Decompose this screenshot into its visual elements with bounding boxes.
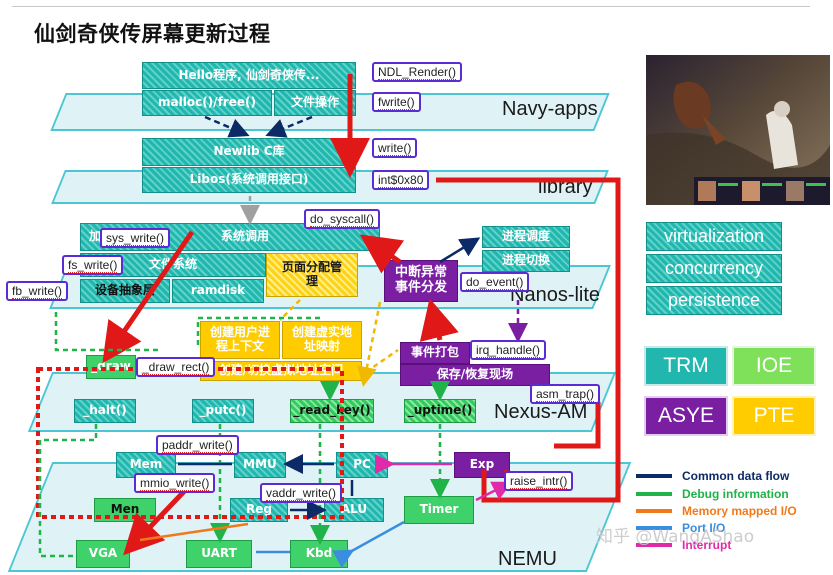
- fn-paddr-write: paddr_write(): [156, 435, 239, 455]
- legend-line-debug: [636, 492, 672, 496]
- module-pte: PTE: [732, 396, 816, 436]
- concept-persistence: persistence: [646, 286, 782, 315]
- fn-ndl-render: NDL_Render(): [372, 62, 463, 82]
- fn-fb-write: fb_write(): [6, 281, 69, 301]
- legend-common-data-flow: Common data flow: [636, 468, 789, 484]
- fn-fwrite: fwrite(): [372, 92, 421, 112]
- module-ioe: IOE: [732, 346, 816, 386]
- legend-debug-information: Debug information: [636, 486, 789, 502]
- fn-write: write(): [372, 138, 418, 158]
- module-trm: TRM: [644, 346, 728, 386]
- legend-line-mmio: [636, 509, 672, 513]
- fn-irq-handle: irq_handle(): [470, 340, 547, 360]
- fn-draw-rect: _draw_rect(): [136, 357, 216, 377]
- legend-memory-mapped-io: Memory mapped I/O: [636, 503, 797, 519]
- fn-do-event: do_event(): [460, 272, 530, 292]
- legend-line-common: [636, 474, 672, 478]
- fn-asm-trap: asm_trap(): [530, 384, 601, 404]
- fn-fs-write: fs_write(): [62, 255, 124, 275]
- fn-mmio-write: mmio_write(): [134, 473, 216, 493]
- module-asye: ASYE: [644, 396, 728, 436]
- concept-virtualization: virtualization: [646, 222, 782, 251]
- fn-do-syscall: do_syscall(): [304, 209, 381, 229]
- fn-raise-intr: raise_intr(): [504, 471, 574, 491]
- concept-concurrency: concurrency: [646, 254, 782, 283]
- watermark: 知乎 @WangAShao: [596, 527, 755, 547]
- fn-int-0x80: int$0x80: [372, 170, 430, 190]
- game-screenshot: [646, 55, 830, 205]
- fn-vaddr-write: vaddr_write(): [260, 483, 343, 503]
- fn-sys-write: sys_write(): [100, 228, 171, 248]
